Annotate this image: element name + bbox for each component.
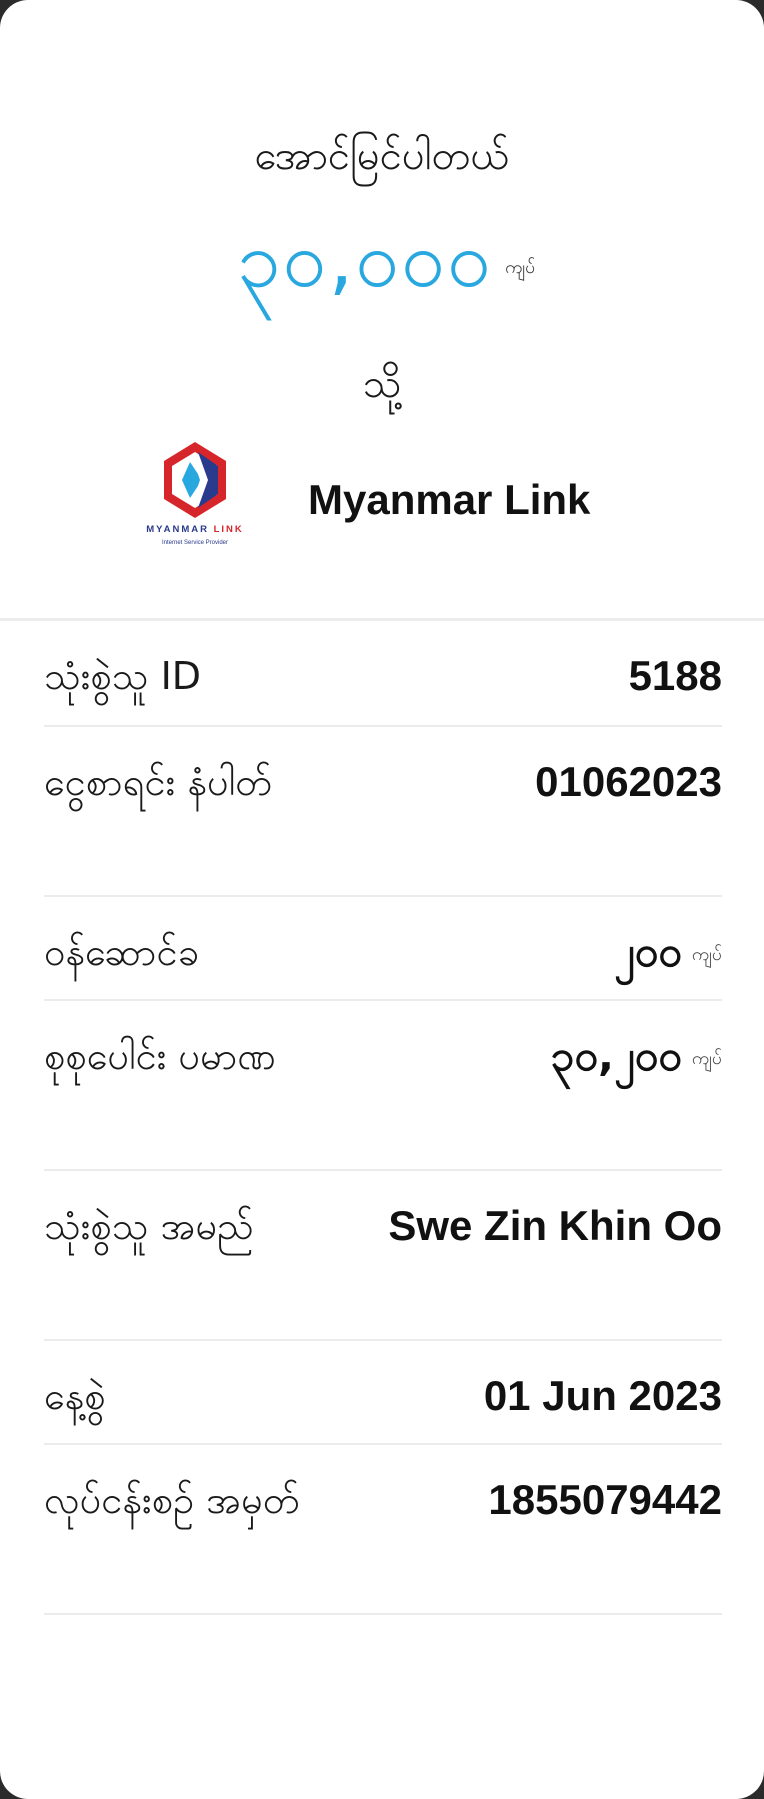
myanmar-link-logo-icon [164, 442, 226, 518]
merchant-logo: MYANMAR LINK Internet Service Provider [130, 440, 260, 560]
date-label: နေ့စွဲ [44, 1374, 106, 1418]
service-fee-value: ၂၀၀ ကျပ် [613, 927, 722, 976]
user-id-value: 5188 [628, 652, 722, 699]
detail-row-total: စုစုပေါင်း ပမာဏ ၃၀,၂၀၀ ကျပ် [44, 1001, 722, 1171]
transaction-id-label: လုပ်ငန်းစဉ် အမှတ် [44, 1478, 300, 1522]
service-fee-label: ဝန်ဆောင်ခ [44, 930, 199, 974]
to-label: သို့ [362, 361, 402, 407]
service-fee-unit: ကျပ် [691, 943, 722, 965]
amount-unit: ကျပ် [505, 256, 536, 278]
detail-row-user-id: သုံးစွဲသူ ID 5188 [44, 621, 722, 727]
detail-row-service-fee: ဝန်ဆောင်ခ ၂၀၀ ကျပ် [44, 897, 722, 1001]
logo-brand-text: MYANMAR LINK [146, 524, 244, 535]
transaction-id-value: 1855079442 [488, 1476, 722, 1523]
detail-row-user-name: သုံးစွဲသူ အမည် Swe Zin Khin Oo [44, 1171, 722, 1341]
logo-tagline: Internet Service Provider [161, 540, 229, 546]
bill-number-label: ငွေစာရင်း နံပါတ် [44, 760, 273, 804]
success-status-text: အောင်မြင်ပါတယ် [254, 133, 510, 179]
date-value: 01 Jun 2023 [483, 1372, 722, 1419]
detail-row-bill-number: ငွေစာရင်း နံပါတ် 01062023 [44, 727, 722, 897]
merchant-info: MYANMAR LINK Internet Service Provider M… [130, 440, 590, 560]
detail-row-transaction-id: လုပ်ငန်းစဉ် အမှတ် 1855079442 [44, 1445, 722, 1615]
user-name-label: သုံးစွဲသူ အမည် [44, 1204, 254, 1248]
user-name-value: Swe Zin Khin Oo [388, 1202, 722, 1249]
total-unit: ကျပ် [691, 1047, 722, 1069]
payment-receipt-screen: အောင်မြင်ပါတယ် ၃၀,၀၀၀ ကျပ် သို့ MYANMAR L… [0, 0, 764, 1799]
paid-amount: ၃၀,၀၀၀ [236, 215, 494, 305]
detail-row-date: နေ့စွဲ 01 Jun 2023 [44, 1341, 722, 1445]
bill-number-value: 01062023 [535, 758, 722, 805]
total-label: စုစုပေါင်း ပမာဏ [44, 1034, 276, 1078]
receipt-header: အောင်မြင်ပါတယ် ၃၀,၀၀၀ ကျပ် သို့ MYANMAR L… [0, 0, 764, 618]
total-value: ၃၀,၂၀၀ ကျပ် [550, 1031, 722, 1080]
merchant-name: Myanmar Link [308, 476, 591, 523]
amount-row: ၃၀,၀၀၀ ကျပ် [0, 210, 764, 325]
user-id-label: သုံးစွဲသူ ID [44, 654, 202, 698]
receipt-details: သုံးစွဲသူ ID 5188 ငွေစာရင်း နံပါတ် 01062… [44, 621, 722, 1615]
